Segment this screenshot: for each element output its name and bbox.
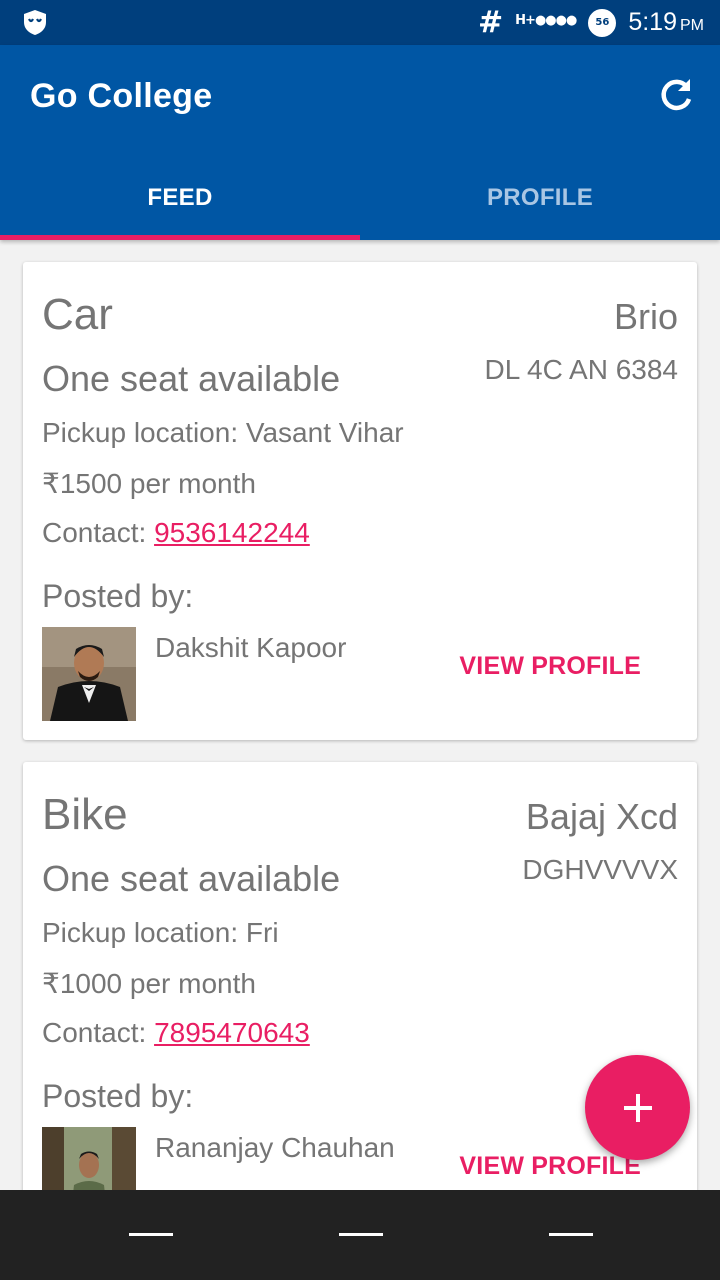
contact-label: Contact:: [42, 517, 155, 548]
view-profile-button[interactable]: VIEW PROFILE: [459, 652, 641, 681]
vehicle-model: Brio: [613, 296, 678, 337]
clock-time: 5:19: [628, 8, 677, 36]
clock: 5:19 PM: [628, 8, 704, 37]
feed-list[interactable]: Car Brio DL 4C AN 6384 One seat availabl…: [0, 240, 720, 1190]
tab-profile[interactable]: PROFILE: [360, 155, 720, 240]
avatar: [42, 627, 136, 721]
tab-bar: FEED PROFILE: [0, 155, 720, 240]
contact-label: Contact:: [42, 1017, 155, 1048]
poster-name: Dakshit Kapoor: [155, 632, 347, 663]
vehicle-type: Car: [42, 290, 113, 339]
posted-by-label: Posted by:: [42, 578, 194, 614]
tab-feed[interactable]: FEED: [0, 155, 360, 240]
seat-availability: One seat available: [42, 358, 341, 399]
refresh-icon: [661, 79, 692, 111]
phone-link[interactable]: 9536142244: [154, 517, 310, 548]
avatar: [42, 1127, 136, 1190]
network-hash-icon: #: [478, 5, 504, 40]
pickup-location: Pickup location: Vasant Vihar: [42, 417, 404, 448]
phone-link[interactable]: 7895470643: [154, 1017, 310, 1048]
contact: Contact: 7895470643: [42, 1017, 310, 1049]
ride-card: Car Brio DL 4C AN 6384 One seat availabl…: [23, 262, 697, 740]
signal-icon: H+●●●●: [515, 13, 577, 28]
home-button[interactable]: [339, 1233, 383, 1236]
pickup-location: Pickup location: Fri: [42, 917, 279, 948]
refresh-button[interactable]: [656, 75, 696, 115]
system-nav-bar: [0, 1190, 720, 1280]
privacy-shield-icon: [22, 9, 48, 36]
app-bar: Go College FEED PROFILE: [0, 45, 720, 240]
view-profile-button[interactable]: VIEW PROFILE: [459, 1152, 641, 1181]
vehicle-plate: DGHVVVVX: [522, 854, 678, 885]
price: ₹1500 per month: [42, 468, 256, 499]
plus-icon: [623, 1093, 652, 1122]
vehicle-model: Bajaj Xcd: [525, 796, 678, 837]
price: ₹1000 per month: [42, 968, 256, 999]
contact: Contact: 9536142244: [42, 517, 310, 549]
recents-button[interactable]: [549, 1233, 593, 1236]
clock-ampm: PM: [680, 17, 704, 34]
status-bar: # H+●●●● 56 5:19 PM: [0, 0, 720, 45]
app-title: Go College: [30, 77, 213, 115]
battery-icon: 56: [588, 8, 617, 37]
poster-name: Rananjay Chauhan: [155, 1132, 395, 1163]
vehicle-type: Bike: [42, 790, 128, 839]
vehicle-plate: DL 4C AN 6384: [484, 354, 678, 385]
back-button[interactable]: [129, 1233, 173, 1236]
add-ride-button[interactable]: [585, 1055, 690, 1160]
posted-by-label: Posted by:: [42, 1078, 194, 1114]
seat-availability: One seat available: [42, 858, 341, 899]
